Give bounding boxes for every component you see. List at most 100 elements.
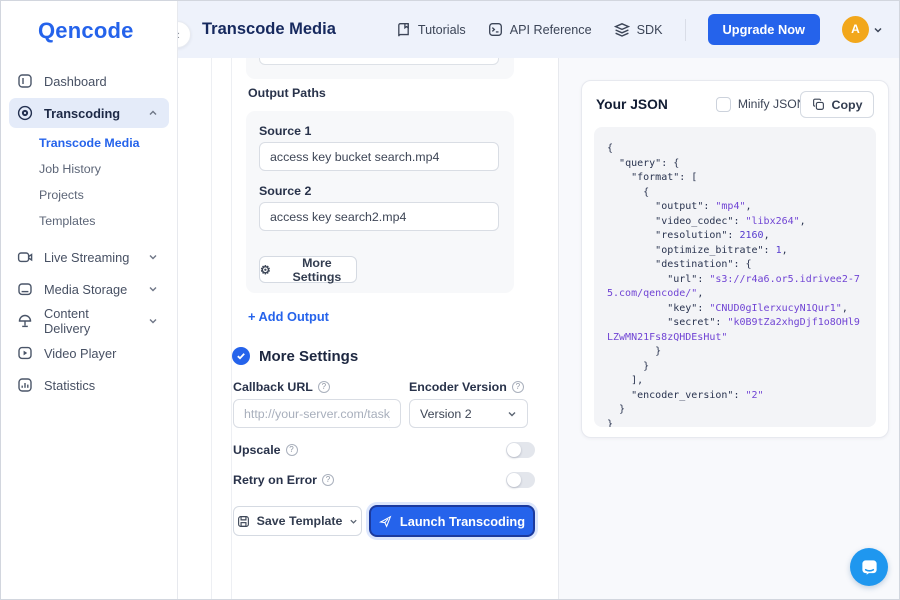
json-panel-title: Your JSON <box>596 97 668 112</box>
toggle-knob <box>507 443 521 457</box>
add-output-link[interactable]: + Add Output <box>248 309 329 324</box>
transcoding-icon <box>17 105 33 121</box>
encoder-version-value: Version 2 <box>420 407 472 421</box>
scrolled-input[interactable] <box>259 58 499 65</box>
chevron-down-icon <box>145 284 161 294</box>
json-card-header: Your JSON Minify JSON Copy <box>582 81 888 127</box>
sidebar-subitem-templates[interactable]: Templates <box>1 208 177 234</box>
sidebar-item-label: Video Player <box>44 346 161 361</box>
chat-bubble-icon <box>860 558 879 577</box>
api-reference-link[interactable]: API Reference <box>488 22 592 37</box>
callback-url-label: Callback URL ? <box>233 380 330 394</box>
header-divider <box>685 19 686 41</box>
upscale-label: Upscale ? <box>233 443 298 457</box>
sidebar-item-dashboard[interactable]: Dashboard <box>9 66 169 96</box>
more-settings-heading: More Settings <box>259 348 358 365</box>
info-icon[interactable]: ? <box>318 381 330 393</box>
avatar[interactable]: A <box>842 16 869 43</box>
minify-json-checkbox[interactable] <box>716 97 731 112</box>
page-title: Transcode Media <box>202 20 336 39</box>
json-card: Your JSON Minify JSON Copy { "query": { … <box>581 80 889 438</box>
more-settings-button-label: More Settings <box>278 256 356 284</box>
chevron-down-icon <box>507 409 517 419</box>
launch-transcoding-label: Launch Transcoding <box>400 514 525 529</box>
source1-input[interactable] <box>259 142 499 171</box>
upscale-toggle[interactable] <box>506 442 535 458</box>
chevron-up-icon <box>145 108 161 118</box>
launch-transcoding-button[interactable]: Launch Transcoding <box>369 505 535 537</box>
sidebar-item-live-streaming[interactable]: Live Streaming <box>9 242 169 272</box>
sidebar-item-label: Transcoding <box>44 106 134 121</box>
qencode-logo[interactable]: Qencode <box>38 18 177 44</box>
sidebar-item-content-delivery[interactable]: Content Delivery <box>9 306 169 336</box>
scrolled-output-card <box>246 58 514 79</box>
retry-on-error-label-text: Retry on Error <box>233 473 317 487</box>
sidebar-item-label: Statistics <box>44 378 161 393</box>
callback-url-input[interactable] <box>233 399 401 428</box>
source2-input[interactable] <box>259 202 499 231</box>
column-divider <box>211 58 212 599</box>
sidebar-subitem-job-history[interactable]: Job History <box>1 156 177 182</box>
output-paths-card: Source 1 Source 2 ⚙ More Settings <box>246 111 514 293</box>
sdk-link[interactable]: SDK <box>614 22 663 38</box>
toggle-knob <box>507 473 521 487</box>
sdk-label: SDK <box>637 23 663 37</box>
output-paths-label: Output Paths <box>248 86 326 100</box>
encoder-version-label-text: Encoder Version <box>409 380 507 394</box>
upgrade-now-button[interactable]: Upgrade Now <box>708 14 820 45</box>
sidebar-item-label: Dashboard <box>44 74 161 89</box>
save-template-button[interactable]: Save Template <box>233 506 362 536</box>
top-header: ‹ Transcode Media Tutorials API Referenc… <box>178 1 899 58</box>
copy-icon <box>812 98 825 111</box>
account-menu[interactable]: A <box>842 16 883 43</box>
sidebar-subitem-projects[interactable]: Projects <box>1 182 177 208</box>
source1-label: Source 1 <box>259 124 311 138</box>
encoder-version-select[interactable]: Version 2 <box>409 399 528 428</box>
sidebar-item-transcoding[interactable]: Transcoding <box>9 98 169 128</box>
chevron-down-icon <box>349 517 358 526</box>
sidebar-item-statistics[interactable]: Statistics <box>9 370 169 400</box>
content-delivery-icon <box>17 313 33 329</box>
live-streaming-icon <box>17 249 33 265</box>
json-code[interactable]: { "query": { "format": [ { "output": "mp… <box>594 127 876 427</box>
copy-json-button[interactable]: Copy <box>800 91 874 118</box>
sidebar-subitem-transcode-media[interactable]: Transcode Media <box>1 130 177 156</box>
json-preview-area: Your JSON Minify JSON Copy { "query": { … <box>559 58 899 599</box>
info-icon[interactable]: ? <box>322 474 334 486</box>
sidebar-item-label: Live Streaming <box>44 250 134 265</box>
tutorials-label: Tutorials <box>418 23 466 37</box>
save-icon <box>237 515 250 528</box>
video-player-icon <box>17 345 33 361</box>
dashboard-icon <box>17 73 33 89</box>
sidebar-item-media-storage[interactable]: Media Storage <box>9 274 169 304</box>
api-reference-label: API Reference <box>510 23 592 37</box>
app-window: Qencode Dashboard Transcoding Transcode … <box>0 0 900 600</box>
info-icon[interactable]: ? <box>512 381 524 393</box>
statistics-icon <box>17 377 33 393</box>
chat-launcher-button[interactable] <box>850 548 888 586</box>
header-nav: Tutorials API Reference SDK Upgrade Now … <box>396 14 899 45</box>
chevron-down-icon <box>873 25 883 35</box>
encoder-version-label: Encoder Version ? <box>409 380 524 394</box>
sidebar-item-label: Content Delivery <box>44 306 134 336</box>
terminal-icon <box>488 22 503 37</box>
retry-on-error-toggle[interactable] <box>506 472 535 488</box>
book-icon <box>396 22 411 37</box>
tutorials-link[interactable]: Tutorials <box>396 22 466 37</box>
gear-icon: ⚙ <box>260 263 271 277</box>
more-settings-button[interactable]: ⚙ More Settings <box>259 256 357 283</box>
info-icon[interactable]: ? <box>286 444 298 456</box>
copy-label: Copy <box>832 98 863 112</box>
chevron-down-icon <box>145 252 161 262</box>
transcode-form: Output Paths Source 1 Source 2 ⚙ More Se… <box>178 58 559 599</box>
sidebar-item-label: Media Storage <box>44 282 134 297</box>
check-circle-icon[interactable] <box>232 347 250 365</box>
minify-json-label: Minify JSON <box>738 97 806 111</box>
save-template-label: Save Template <box>257 514 343 528</box>
layers-icon <box>614 22 630 38</box>
media-storage-icon <box>17 281 33 297</box>
callback-url-label-text: Callback URL <box>233 380 313 394</box>
sidebar-item-video-player[interactable]: Video Player <box>9 338 169 368</box>
source2-label: Source 2 <box>259 184 311 198</box>
send-icon <box>379 515 392 528</box>
